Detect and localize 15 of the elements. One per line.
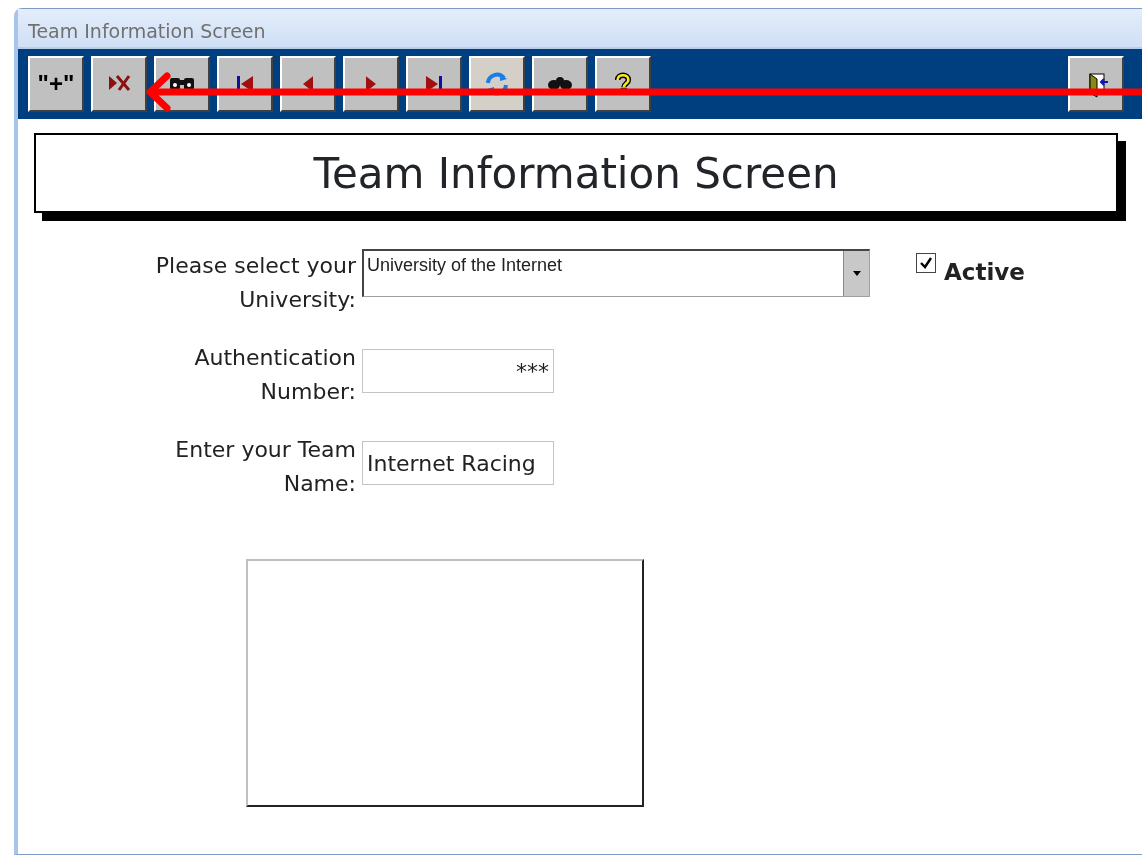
heading-title: Team Information Screen: [313, 147, 839, 200]
active-label: Active: [944, 258, 1025, 287]
next-record-icon: [366, 76, 376, 92]
university-dropdown[interactable]: University of the Internet: [362, 249, 870, 297]
active-checkbox[interactable]: [916, 253, 936, 273]
dropdown-arrow-icon: [852, 271, 861, 276]
new-record-button[interactable]: "+": [28, 56, 84, 112]
authentication-field[interactable]: ***: [362, 349, 554, 393]
window-title: Team Information Screen: [28, 20, 266, 42]
team-name-label: Enter your Team Name:: [174, 436, 356, 498]
university-label: Please select your University:: [154, 252, 356, 314]
authentication-label: Authentication Number:: [193, 344, 356, 406]
team-name-field[interactable]: Internet Racing: [362, 441, 554, 485]
delete-button[interactable]: [91, 56, 147, 112]
previous-record-icon: [303, 76, 313, 92]
